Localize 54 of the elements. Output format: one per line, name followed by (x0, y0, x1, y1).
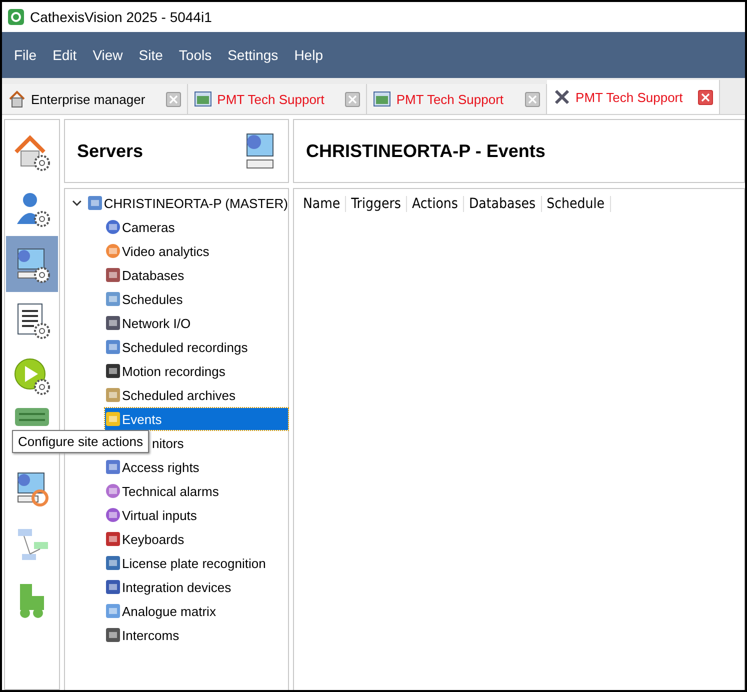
menu-item[interactable]: Settings (220, 47, 286, 63)
window-title: CathexisVision 2025 - 5044i1 (30, 9, 212, 25)
column-header[interactable]: Triggers (346, 196, 407, 212)
tree-item[interactable]: Keyboards (105, 528, 288, 550)
tree-item[interactable]: Video analytics (105, 240, 288, 262)
tree-item[interactable]: Events (105, 408, 288, 430)
menu-item[interactable]: Site (130, 47, 171, 63)
tree-item[interactable]: Technical alarms (105, 480, 288, 502)
home-icon (8, 90, 26, 108)
tree-item[interactable]: License plate recognition (105, 552, 288, 574)
tree-item[interactable]: Schedules (105, 288, 288, 310)
panel-title: CHRISTINEORTA-P - Events (306, 140, 546, 162)
close-icon (528, 94, 537, 104)
tree-item[interactable]: Analogue matrix (105, 600, 288, 622)
menu-item[interactable]: Edit (44, 47, 85, 63)
tooltip: Configure site actions (12, 430, 150, 453)
tree-item[interactable]: Scheduled recordings (105, 336, 288, 358)
menu-item[interactable]: File (6, 47, 45, 63)
window-icon (194, 91, 212, 107)
menu-item[interactable]: View (84, 47, 131, 63)
tree-item[interactable]: Cameras (105, 216, 288, 238)
monitor-icon (244, 132, 276, 170)
tree-item[interactable]: Network I/O (105, 312, 288, 334)
column-header[interactable]: Schedule (542, 196, 611, 212)
close-icon (700, 92, 710, 102)
close-button[interactable] (345, 92, 360, 106)
tree-item[interactable]: CHRISTINEORTA-P (MASTER) (86, 192, 288, 214)
panel-title: Servers (77, 140, 144, 162)
tab[interactable]: PMT Tech Support (546, 80, 720, 114)
tree-item[interactable]: Access rights (105, 456, 288, 478)
close-button[interactable] (524, 92, 540, 106)
close-icon (348, 94, 358, 104)
close-button[interactable] (698, 90, 713, 104)
column-header[interactable]: Databases (464, 196, 542, 212)
tree-item[interactable]: Motion recordings (105, 360, 288, 382)
column-header[interactable]: Name (298, 196, 346, 212)
tree-item[interactable]: Virtual inputs (105, 504, 288, 526)
tree-item[interactable]: Scheduled archives (105, 384, 288, 406)
tab[interactable]: PMT Tech Support (188, 84, 368, 114)
column-header[interactable]: Actions (406, 196, 464, 212)
close-icon (169, 94, 178, 104)
tree-item[interactable]: Intercoms (105, 624, 288, 646)
tab[interactable]: PMT Tech Support (367, 84, 547, 114)
window-icon (373, 91, 392, 107)
nav-button[interactable] (6, 236, 58, 292)
play-icon (12, 356, 52, 396)
tab[interactable]: Enterprise manager (2, 84, 188, 114)
tree-item[interactable]: Integration devices (105, 576, 288, 598)
tree-item[interactable]: Databases (105, 264, 288, 286)
menu-item[interactable]: Tools (170, 47, 220, 63)
app-logo-icon (8, 9, 24, 25)
panel-icon (15, 408, 49, 426)
close-button[interactable] (166, 92, 182, 106)
menu-item[interactable]: Help (286, 47, 331, 63)
